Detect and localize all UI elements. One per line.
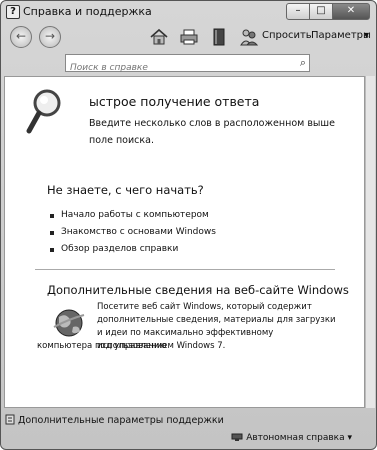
globe-icon bbox=[53, 309, 85, 337]
home-icon[interactable] bbox=[149, 28, 169, 46]
web-heading: Дополнительные сведения на веб-сайте Win… bbox=[47, 283, 349, 297]
support-options-link[interactable]: Дополнительные параметры поддержки bbox=[5, 414, 224, 426]
search-box: ⌕ bbox=[65, 54, 310, 75]
help-window: ? Справка и поддержка – □ ✕ ← → Спросить… bbox=[0, 0, 377, 450]
back-button[interactable]: ← bbox=[10, 26, 32, 48]
start-links: Начало работы с компьютером Знакомство с… bbox=[47, 207, 216, 258]
window-controls: – □ ✕ bbox=[286, 3, 370, 20]
search-input[interactable] bbox=[70, 61, 285, 75]
ask-button[interactable]: Спросить bbox=[262, 30, 312, 41]
section-divider bbox=[35, 269, 335, 270]
link-getting-started[interactable]: Начало работы с компьютером bbox=[47, 207, 216, 224]
search-icon[interactable]: ⌕ bbox=[300, 56, 306, 70]
browse-help-icon[interactable] bbox=[209, 28, 229, 46]
window-title: Справка и поддержка bbox=[23, 5, 152, 18]
link-windows-basics[interactable]: Знакомство с основами Windows bbox=[47, 224, 216, 241]
scrollbar[interactable] bbox=[365, 76, 375, 408]
support-icon bbox=[5, 414, 15, 425]
web-description-cont: компьютера под управлением Windows 7. bbox=[37, 341, 226, 351]
forward-button[interactable]: → bbox=[39, 26, 61, 48]
options-button[interactable]: Параметры bbox=[311, 30, 371, 41]
print-icon[interactable] bbox=[179, 28, 199, 46]
maximize-button[interactable]: □ bbox=[309, 3, 333, 20]
title-bar[interactable]: ? Справка и поддержка – □ ✕ bbox=[1, 1, 376, 23]
content-pane: ыстрое получение ответа Введите нескольк… bbox=[4, 76, 365, 408]
chevron-down-icon: ▾ bbox=[347, 433, 352, 443]
chevron-down-icon[interactable]: ▾ bbox=[364, 30, 369, 41]
close-button[interactable]: ✕ bbox=[332, 3, 370, 20]
offline-help-label: Автономная справка bbox=[246, 433, 345, 443]
support-options-label: Дополнительные параметры поддержки bbox=[18, 415, 224, 426]
ask-people-icon[interactable] bbox=[239, 28, 259, 46]
magnifier-icon bbox=[26, 89, 61, 134]
quick-answer-heading: ыстрое получение ответа bbox=[89, 94, 260, 109]
computer-icon bbox=[231, 433, 243, 441]
offline-help-menu[interactable]: Автономная справка ▾ bbox=[231, 433, 352, 443]
quick-answer-text: Введите несколько слов в расположенном в… bbox=[89, 118, 335, 146]
help-app-icon: ? bbox=[6, 5, 20, 19]
minimize-button[interactable]: – bbox=[286, 3, 310, 20]
toolbar: ← → Спросить Параметры ▾ bbox=[1, 23, 376, 51]
start-heading: Не знаете, с чего начать? bbox=[47, 183, 204, 197]
link-help-topics[interactable]: Обзор разделов справки bbox=[47, 241, 216, 258]
